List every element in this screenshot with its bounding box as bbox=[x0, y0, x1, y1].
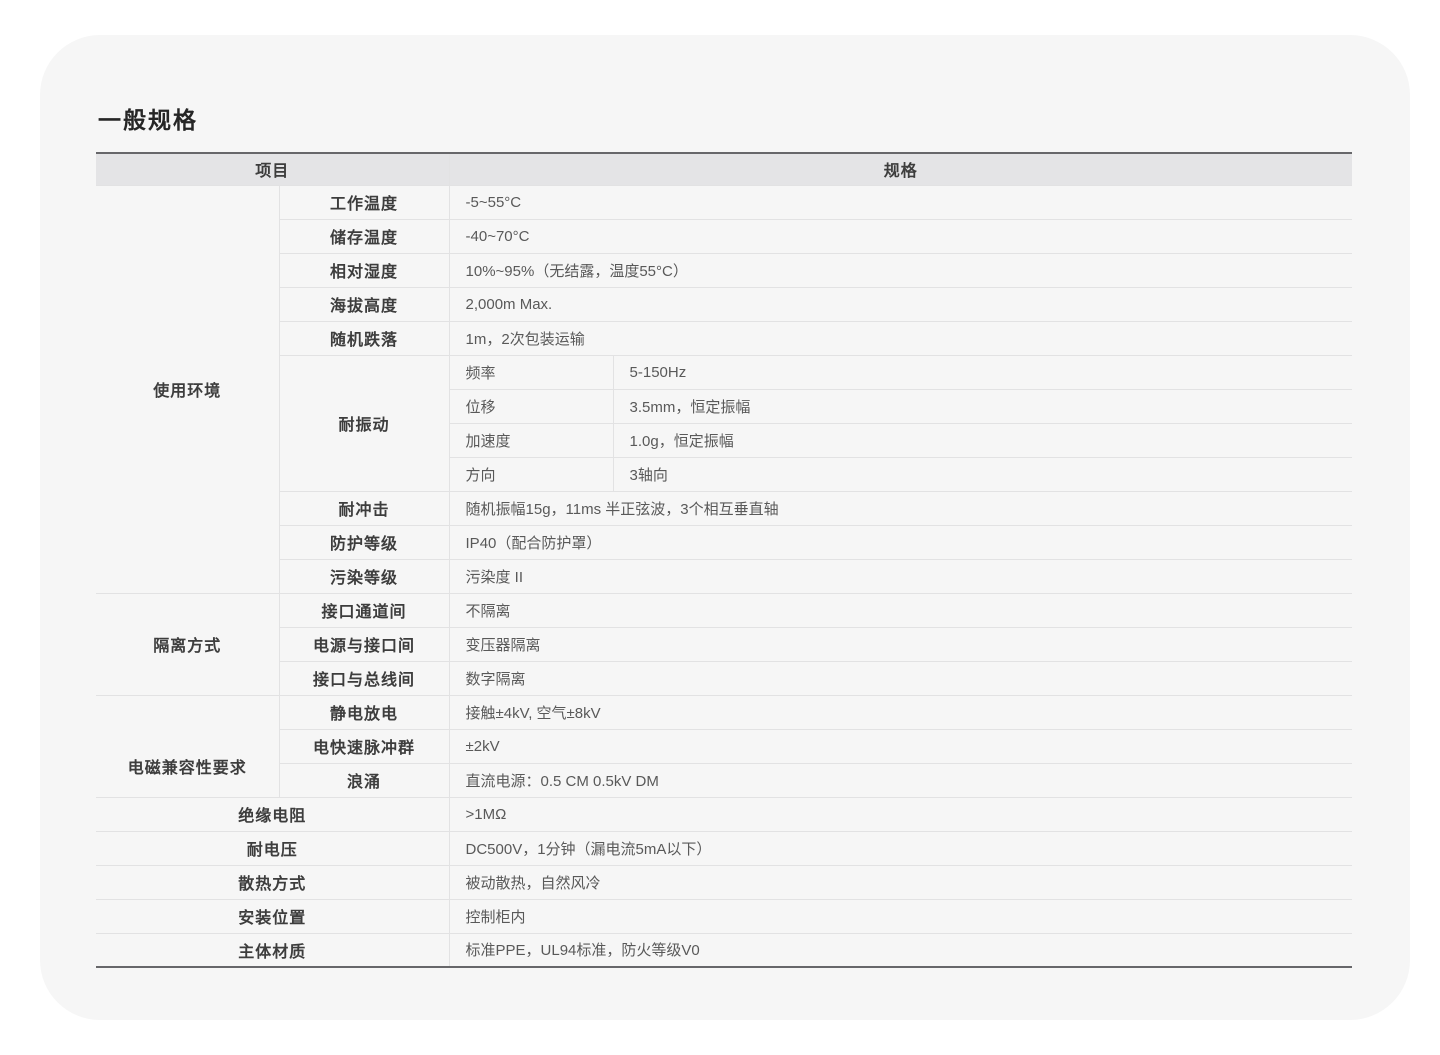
spec-row-power-interface-isolation: 电源与接口间变压器隔离 bbox=[96, 627, 1352, 661]
cell-label-working-temperature: 工作温度 bbox=[279, 185, 449, 219]
cell-label-insulation-resistance: 绝缘电阻 bbox=[96, 797, 449, 831]
cell-value-protection-rating: IP40（配合防护罩） bbox=[449, 525, 1352, 559]
cell-value-working-temperature: -5~55°C bbox=[449, 185, 1352, 219]
cell-value-storage-temperature: -40~70°C bbox=[449, 219, 1352, 253]
cell-value-vibration-displacement: 3.5mm，恒定振幅 bbox=[613, 389, 1352, 423]
cell-value-power-interface-isolation: 变压器隔离 bbox=[449, 627, 1352, 661]
cell-subkey-vibration-direction: 方向 bbox=[449, 457, 613, 491]
cell-value-vibration-frequency: 5-150Hz bbox=[613, 355, 1352, 389]
spec-row-interface-channel-isolation: 隔离方式接口通道间不隔离 bbox=[96, 593, 1352, 627]
cell-value-interface-bus-isolation: 数字隔离 bbox=[449, 661, 1352, 695]
spec-table: 项目规格 使用环境工作温度-5~55°C储存温度-40~70°C相对湿度10%~… bbox=[96, 152, 1352, 968]
spec-row-withstand-voltage: 耐电压DC500V，1分钟（漏电流5mA以下） bbox=[96, 831, 1352, 865]
cell-value-pollution-degree: 污染度 II bbox=[449, 559, 1352, 593]
spec-row-cooling-method: 散热方式被动散热，自然风冷 bbox=[96, 865, 1352, 899]
cell-label-withstand-voltage: 耐电压 bbox=[96, 831, 449, 865]
spec-row-shock-resistance: 耐冲击随机振幅15g，11ms 半正弦波，3个相互垂直轴 bbox=[96, 491, 1352, 525]
spec-row-storage-temperature: 储存温度-40~70°C bbox=[96, 219, 1352, 253]
cell-label-mounting-location: 安装位置 bbox=[96, 899, 449, 933]
cell-value-relative-humidity: 10%~95%（无结露，温度55°C） bbox=[449, 253, 1352, 287]
cell-value-cooling-method: 被动散热，自然风冷 bbox=[449, 865, 1352, 899]
column-header-spec: 规格 bbox=[449, 153, 1352, 185]
cell-label-interface-bus-isolation: 接口与总线间 bbox=[279, 661, 449, 695]
spec-row-relative-humidity: 相对湿度10%~95%（无结露，温度55°C） bbox=[96, 253, 1352, 287]
spec-row-pollution-degree: 污染等级污染度 II bbox=[96, 559, 1352, 593]
cell-value-electrostatic-discharge: 接触±4kV, 空气±8kV bbox=[449, 695, 1352, 729]
spec-row-fast-transient-burst: 电快速脉冲群±2kV bbox=[96, 729, 1352, 763]
cell-value-insulation-resistance: >1MΩ bbox=[449, 797, 1352, 831]
group-emc-requirements: 电磁兼容性要求 bbox=[96, 695, 279, 797]
cell-label-power-interface-isolation: 电源与接口间 bbox=[279, 627, 449, 661]
cell-subkey-vibration-displacement: 位移 bbox=[449, 389, 613, 423]
cell-label-electrostatic-discharge: 静电放电 bbox=[279, 695, 449, 729]
spec-row-random-drop: 随机跌落1m，2次包装运输 bbox=[96, 321, 1352, 355]
cell-value-withstand-voltage: DC500V，1分钟（漏电流5mA以下） bbox=[449, 831, 1352, 865]
cell-value-vibration-acceleration: 1.0g，恒定振幅 bbox=[613, 423, 1352, 457]
cell-label-relative-humidity: 相对湿度 bbox=[279, 253, 449, 287]
cell-subkey-vibration-acceleration: 加速度 bbox=[449, 423, 613, 457]
spec-row-interface-bus-isolation: 接口与总线间数字隔离 bbox=[96, 661, 1352, 695]
spec-row-vibration-frequency: 耐振动频率5-150Hz bbox=[96, 355, 1352, 389]
spec-header-row: 项目规格 bbox=[96, 153, 1352, 185]
cell-subkey-vibration-frequency: 频率 bbox=[449, 355, 613, 389]
cell-label-cooling-method: 散热方式 bbox=[96, 865, 449, 899]
spec-row-altitude: 海拔高度2,000m Max. bbox=[96, 287, 1352, 321]
cell-label-storage-temperature: 储存温度 bbox=[279, 219, 449, 253]
group-isolation-method: 隔离方式 bbox=[96, 593, 279, 695]
column-header-item: 项目 bbox=[96, 153, 449, 185]
cell-label-fast-transient-burst: 电快速脉冲群 bbox=[279, 729, 449, 763]
label-vibration-resistance: 耐振动 bbox=[279, 355, 449, 491]
cell-label-surge: 浪涌 bbox=[279, 763, 449, 797]
cell-value-interface-channel-isolation: 不隔离 bbox=[449, 593, 1352, 627]
cell-label-protection-rating: 防护等级 bbox=[279, 525, 449, 559]
spec-row-surge: 浪涌直流电源：0.5 CM 0.5kV DM bbox=[96, 763, 1352, 797]
cell-value-mounting-location: 控制柜内 bbox=[449, 899, 1352, 933]
cell-label-shock-resistance: 耐冲击 bbox=[279, 491, 449, 525]
spec-row-insulation-resistance: 绝缘电阻>1MΩ bbox=[96, 797, 1352, 831]
spec-row-body-material: 主体材质标准PPE，UL94标准，防火等级V0 bbox=[96, 933, 1352, 967]
cell-value-shock-resistance: 随机振幅15g，11ms 半正弦波，3个相互垂直轴 bbox=[449, 491, 1352, 525]
spec-table-body: 使用环境工作温度-5~55°C储存温度-40~70°C相对湿度10%~95%（无… bbox=[96, 185, 1352, 967]
cell-value-body-material: 标准PPE，UL94标准，防火等级V0 bbox=[449, 933, 1352, 967]
cell-value-random-drop: 1m，2次包装运输 bbox=[449, 321, 1352, 355]
cell-label-altitude: 海拔高度 bbox=[279, 287, 449, 321]
cell-label-interface-channel-isolation: 接口通道间 bbox=[279, 593, 449, 627]
cell-value-vibration-direction: 3轴向 bbox=[613, 457, 1352, 491]
spec-row-mounting-location: 安装位置控制柜内 bbox=[96, 899, 1352, 933]
cell-label-body-material: 主体材质 bbox=[96, 933, 449, 967]
cell-label-random-drop: 随机跌落 bbox=[279, 321, 449, 355]
spec-row-protection-rating: 防护等级IP40（配合防护罩） bbox=[96, 525, 1352, 559]
cell-value-fast-transient-burst: ±2kV bbox=[449, 729, 1352, 763]
cell-label-pollution-degree: 污染等级 bbox=[279, 559, 449, 593]
cell-value-altitude: 2,000m Max. bbox=[449, 287, 1352, 321]
page-title: 一般规格 bbox=[98, 101, 198, 135]
spec-card: 一般规格 项目规格 使用环境工作温度-5~55°C储存温度-40~70°C相对湿… bbox=[40, 35, 1410, 1020]
spec-row-working-temperature: 使用环境工作温度-5~55°C bbox=[96, 185, 1352, 219]
group-usage-environment: 使用环境 bbox=[96, 185, 279, 593]
cell-value-surge: 直流电源：0.5 CM 0.5kV DM bbox=[449, 763, 1352, 797]
spec-row-electrostatic-discharge: 电磁兼容性要求静电放电接触±4kV, 空气±8kV bbox=[96, 695, 1352, 729]
